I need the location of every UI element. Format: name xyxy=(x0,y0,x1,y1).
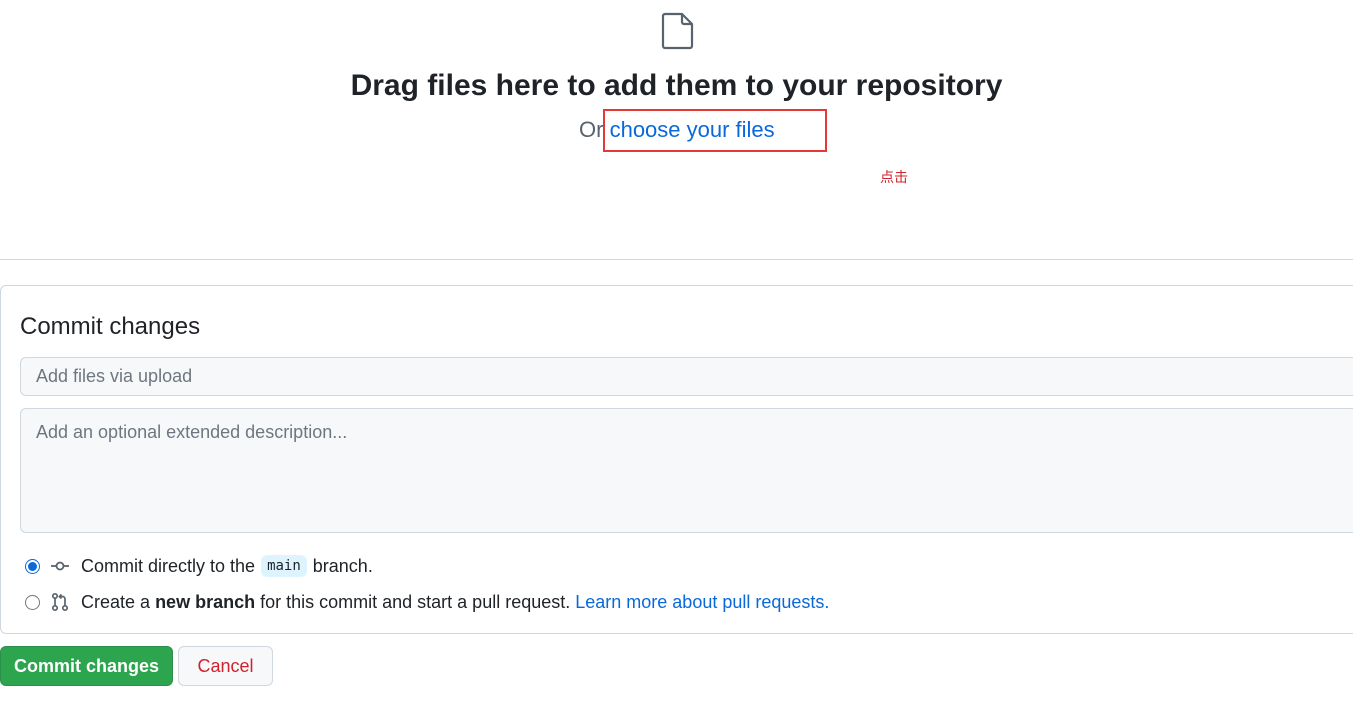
git-pull-request-icon xyxy=(51,592,69,612)
new-branch-prefix: Create a xyxy=(81,591,151,612)
annotation-highlight-box xyxy=(603,109,827,152)
commit-direct-label: Commit directly to the xyxy=(81,555,256,576)
commit-summary-input[interactable] xyxy=(20,357,1353,396)
commit-direct-suffix: branch. xyxy=(312,555,373,576)
annotation-note: 点击 xyxy=(880,170,908,186)
branch-name-badge: main xyxy=(261,555,307,577)
upload-page: Drag files here to add them to your repo… xyxy=(0,0,1353,709)
file-drop-zone[interactable]: Drag files here to add them to your repo… xyxy=(0,0,1353,260)
new-branch-radio[interactable] xyxy=(25,594,40,610)
or-text: Or xyxy=(579,117,604,142)
new-branch-suffix: for this commit and start a pull request… xyxy=(260,591,571,612)
commit-heading: Commit changes xyxy=(20,313,201,340)
cancel-button[interactable]: Cancel xyxy=(178,646,273,686)
new-branch-option[interactable]: Create a new branch for this commit and … xyxy=(25,590,829,614)
commit-changes-button[interactable]: Commit changes xyxy=(0,646,173,686)
commit-description-input[interactable] xyxy=(20,408,1353,533)
file-icon xyxy=(661,12,694,50)
new-branch-bold: new branch xyxy=(155,591,256,612)
commit-direct-option[interactable]: Commit directly to the main branch. xyxy=(25,554,373,578)
commit-form: Commit changes Commit directly to the ma… xyxy=(0,285,1353,634)
commit-direct-radio[interactable] xyxy=(25,558,40,574)
drop-title: Drag files here to add them to your repo… xyxy=(350,69,1003,102)
git-commit-icon xyxy=(51,561,69,571)
learn-more-pull-requests-link[interactable]: Learn more about pull requests. xyxy=(575,592,829,613)
